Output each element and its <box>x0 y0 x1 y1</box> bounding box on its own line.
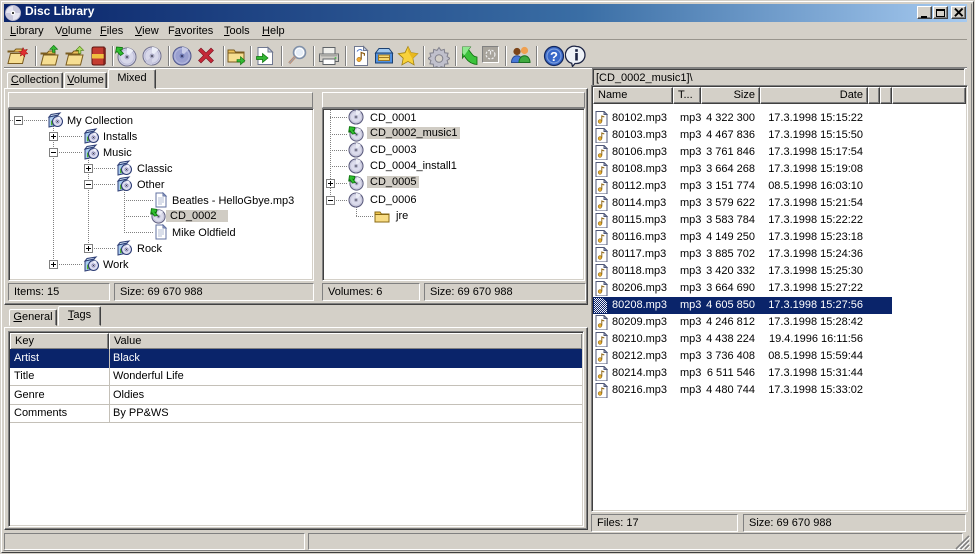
svg-text:?: ? <box>550 49 558 64</box>
